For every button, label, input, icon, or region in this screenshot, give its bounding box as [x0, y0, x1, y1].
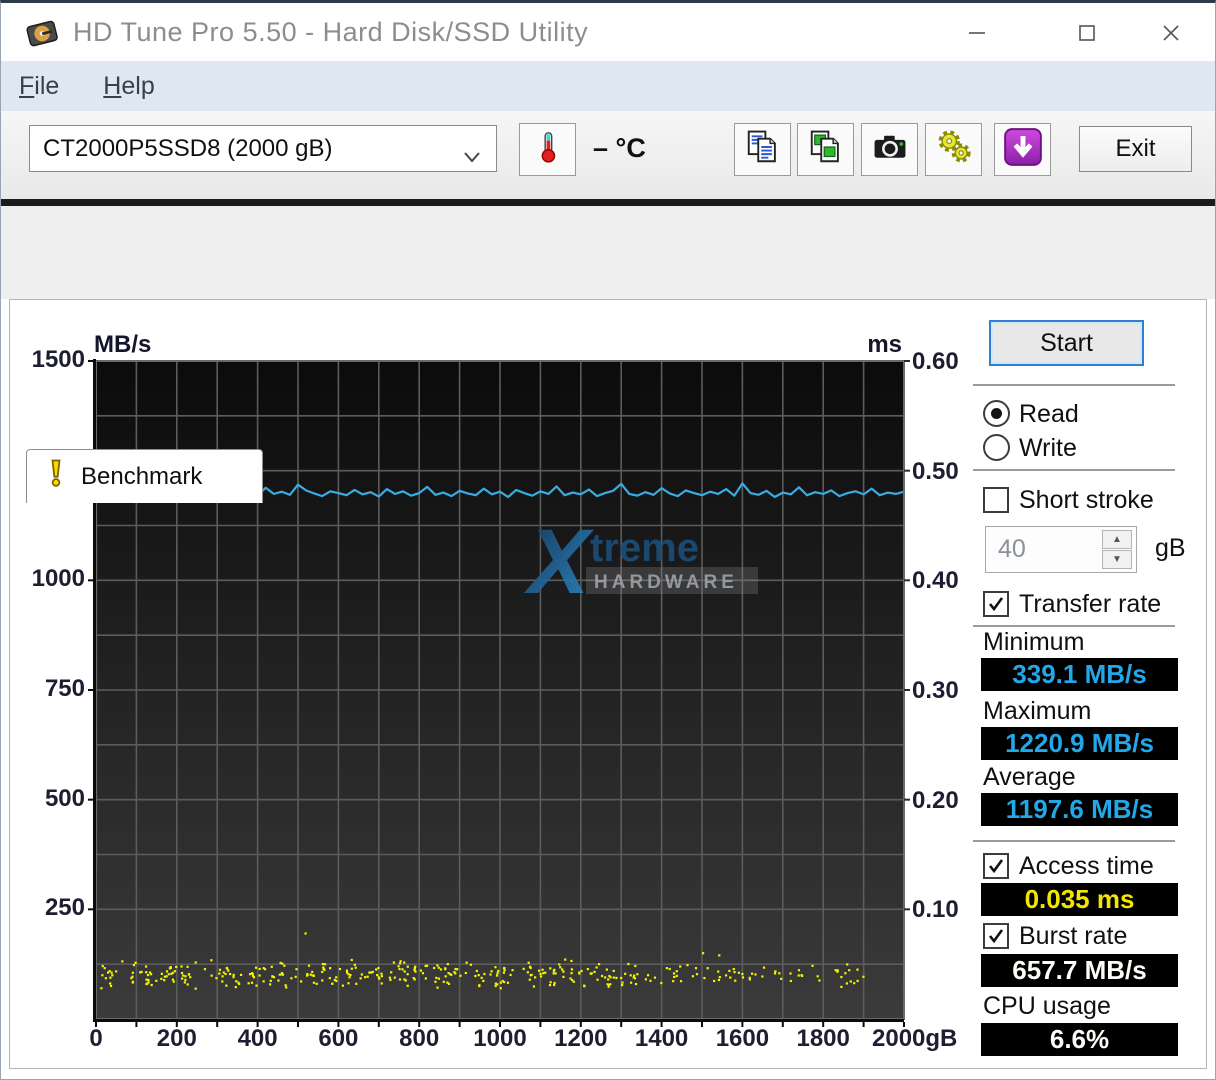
temperature-button[interactable] — [519, 123, 576, 176]
drive-select-dropdown[interactable]: CT2000P5SSD8 (2000 gB) — [29, 125, 497, 172]
maximum-value: 1220.9 MB/s — [981, 727, 1178, 760]
write-radio[interactable] — [983, 434, 1010, 461]
save-results-button[interactable] — [994, 123, 1051, 176]
close-button[interactable] — [1143, 15, 1199, 51]
burst-rate-checkbox[interactable] — [983, 923, 1009, 949]
short-stroke-unit: gB — [1155, 534, 1186, 562]
toolbar-separator — [1, 199, 1215, 206]
title-bar: HD Tune Pro 5.50 - Hard Disk/SSD Utility — [1, 3, 1215, 61]
tab-benchmark[interactable]: Benchmark — [26, 449, 263, 503]
minimize-button[interactable] — [949, 15, 1005, 51]
access-time-checkbox[interactable] — [983, 853, 1009, 879]
y-tick-label: 1500 — [31, 346, 85, 373]
menu-file[interactable]: File — [19, 72, 59, 101]
y2-tick-label: 0.30 — [912, 677, 959, 704]
access-time-value: 0.035 ms — [981, 883, 1178, 916]
app-window: HD Tune Pro 5.50 - Hard Disk/SSD Utility… — [0, 0, 1216, 1080]
short-stroke-value: 40 — [998, 535, 1026, 563]
read-label: Read — [1019, 400, 1079, 428]
settings-button[interactable] — [925, 123, 982, 176]
x-tick-label: 200 — [156, 1025, 197, 1052]
x-tick-label: 800 — [399, 1025, 440, 1052]
gears-icon — [934, 128, 974, 171]
tab-strip: File BenchmarkDisk monitorAAMRandom Acce… — [1, 206, 1215, 503]
average-label: Average — [983, 763, 1076, 791]
y-tick-label: 750 — [44, 675, 85, 702]
separator — [973, 840, 1175, 842]
x-tick-label: 1600 — [715, 1025, 770, 1052]
spin-down-button[interactable]: ▼ — [1102, 550, 1132, 569]
y-tick-label: 250 — [44, 894, 85, 922]
cpu-usage-value: 6.6% — [981, 1023, 1178, 1056]
exit-button[interactable]: Exit — [1079, 126, 1192, 172]
window-title: HD Tune Pro 5.50 - Hard Disk/SSD Utility — [73, 17, 589, 47]
svg-text:treme: treme — [590, 526, 699, 570]
transfer-rate-checkbox[interactable] — [983, 591, 1009, 617]
minimum-label: Minimum — [983, 628, 1085, 656]
x-tick-label: 1200 — [554, 1025, 608, 1052]
transfer-rate-label: Transfer rate — [1019, 590, 1162, 618]
drive-select-value: CT2000P5SSD8 (2000 gB) — [43, 134, 333, 162]
thermometer-icon — [531, 127, 565, 172]
read-radio[interactable] — [983, 400, 1010, 427]
benchmark-icon — [41, 457, 71, 496]
temperature-readout: – °C — [593, 133, 646, 163]
y2-tick-label: 0.60 — [912, 348, 959, 375]
spin-up-button[interactable]: ▲ — [1102, 530, 1132, 549]
burst-rate-label: Burst rate — [1019, 922, 1128, 950]
x-tick-label: 1000 — [473, 1025, 527, 1052]
burst-rate-value: 657.7 MB/s — [981, 954, 1178, 987]
copy-image-button[interactable] — [797, 123, 854, 176]
svg-text:X: X — [523, 511, 594, 613]
chevron-down-icon — [462, 143, 482, 171]
start-button[interactable]: Start — [989, 320, 1144, 366]
y2-tick-label: 0.40 — [912, 567, 959, 595]
copy-text-button[interactable] — [734, 123, 791, 176]
x-tick-label: 400 — [237, 1025, 278, 1052]
y-tick-label: 1000 — [31, 565, 85, 593]
write-label: Write — [1019, 434, 1077, 462]
y2-tick-label: 0.10 — [912, 896, 959, 924]
x-tick-label: 0 — [89, 1025, 103, 1052]
separator — [973, 469, 1175, 471]
access-time-label: Access time — [1019, 852, 1154, 880]
copy-text-icon — [743, 128, 783, 171]
camera-icon — [870, 128, 910, 171]
average-value: 1197.6 MB/s — [981, 793, 1178, 826]
cpu-usage-label: CPU usage — [983, 992, 1111, 1020]
svg-text:HARDWARE: HARDWARE — [594, 572, 738, 593]
screenshot-button[interactable] — [861, 123, 918, 176]
separator — [973, 384, 1175, 386]
copy-image-icon — [806, 128, 846, 171]
x-tick-label: 1400 — [634, 1025, 689, 1052]
download-arrow-icon — [1001, 125, 1045, 174]
y2-tick-label: 0.20 — [912, 786, 959, 814]
short-stroke-label: Short stroke — [1019, 486, 1154, 514]
maximize-button[interactable] — [1059, 15, 1115, 51]
short-stroke-input[interactable]: 40 ▲ ▼ — [985, 526, 1137, 573]
maximum-label: Maximum — [983, 697, 1092, 725]
short-stroke-checkbox[interactable] — [983, 487, 1009, 513]
menu-help[interactable]: Help — [103, 72, 154, 101]
toolbar: CT2000P5SSD8 (2000 gB) – °C Exit — [1, 111, 1215, 199]
read-radio-dot — [991, 408, 1002, 419]
tab-label: Benchmark — [81, 462, 203, 490]
x-tick-label: 1800 — [796, 1025, 850, 1052]
minimum-value: 339.1 MB/s — [981, 658, 1178, 691]
y2-tick-label: 0.50 — [912, 457, 959, 485]
y-tick-label: 500 — [44, 784, 85, 812]
x-tick-label: 600 — [318, 1025, 359, 1052]
hdtune-logo-icon — [23, 17, 61, 49]
menu-bar: File Help — [1, 61, 1215, 111]
x-tick-label: 2000gB — [872, 1025, 958, 1052]
separator — [973, 625, 1175, 627]
